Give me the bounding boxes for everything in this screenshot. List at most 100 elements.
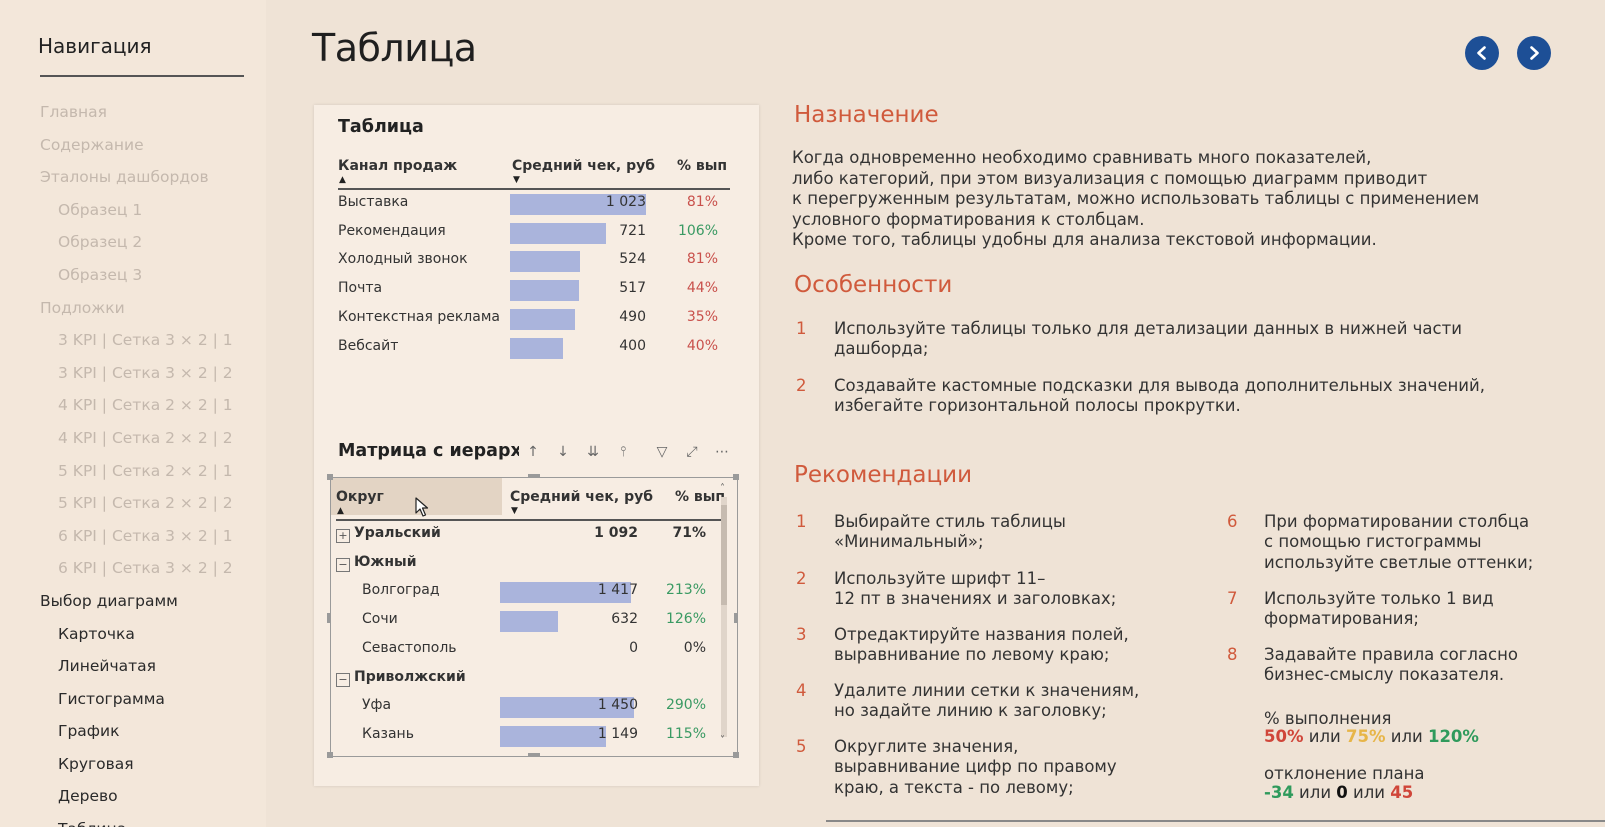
data-bar (510, 251, 580, 273)
nav-item[interactable]: Содержание (0, 131, 266, 164)
arrow-up-button[interactable]: ↑ (519, 440, 547, 464)
nav-item[interactable]: Круговая (0, 750, 266, 783)
resize-handle[interactable] (733, 752, 739, 758)
list-number: 1 (796, 319, 807, 338)
row-pct: 106% (677, 222, 718, 239)
table-row[interactable]: Контекстная реклама 490 35% (314, 307, 754, 333)
table-row[interactable]: Выставка 1 023 81% (314, 192, 754, 218)
collapse-icon[interactable]: − (336, 672, 350, 687)
row-value: 490 (619, 308, 646, 325)
matrix-row[interactable]: Уфа 1 450 290% (314, 695, 724, 721)
nav-item[interactable]: Линейчатая (0, 652, 266, 685)
nav-item[interactable]: Эталоны дашбордов (0, 163, 266, 196)
forward-button[interactable] (1517, 36, 1551, 70)
row-value: 1 450 (597, 697, 638, 714)
table-header-avg-check[interactable]: Средний чек, руб (512, 158, 655, 174)
nav-item[interactable]: График (0, 717, 266, 750)
matrix-header-avg-check[interactable]: Средний чек, руб (510, 489, 653, 505)
completion-legend: 50% или 75% или 120% (1264, 727, 1479, 746)
nav-item[interactable]: Карточка (0, 620, 266, 653)
nav-item[interactable]: Главная (0, 98, 266, 131)
resize-handle[interactable] (528, 474, 540, 477)
row-pct: 213% (665, 582, 706, 599)
nav-item[interactable]: Подложки (0, 294, 266, 327)
matrix-header-district[interactable]: Округ (336, 489, 384, 505)
row-label: Казань (362, 725, 414, 742)
row-pct: 40% (686, 337, 718, 354)
nav-item[interactable]: Таблица (0, 815, 266, 827)
double-down-icon: ⇊ (587, 444, 599, 460)
matrix-row[interactable]: Волгоград 1 417 213% (314, 580, 724, 606)
row-label: Выставка (338, 194, 409, 210)
back-button[interactable] (1465, 36, 1499, 70)
list-number: 2 (796, 376, 807, 395)
matrix-row[interactable]: Сочи 632 126% (314, 609, 724, 635)
table-row[interactable]: Рекомендация 721 106% (314, 221, 754, 247)
list-text: Создавайте кастомные подсказки для вывод… (834, 376, 1485, 416)
list-number: 4 (796, 681, 807, 700)
list-text: При форматировании столбца с помощью гис… (1264, 512, 1534, 572)
collapse-icon[interactable]: − (336, 557, 350, 572)
resize-handle[interactable] (733, 474, 739, 480)
chevron-right-icon (1530, 46, 1539, 60)
nav-item[interactable]: Гистограмма (0, 685, 266, 718)
purpose-text: Когда одновременно необходимо сравнивать… (792, 148, 1480, 250)
row-label: Контекстная реклама (338, 308, 500, 325)
nav-item[interactable]: 5 KPI | Сетка 2 × 2 | 1 (0, 457, 266, 490)
scroll-up-icon[interactable]: ˄ (720, 483, 725, 494)
resize-handle[interactable] (528, 753, 540, 756)
row-pct: 35% (686, 308, 718, 325)
table-title: Таблица (338, 117, 424, 137)
nav-item[interactable]: Образец 1 (0, 196, 266, 229)
nav-item[interactable]: 3 KPI | Сетка 3 × 2 | 1 (0, 326, 266, 359)
nav-item[interactable]: 6 KPI | Сетка 3 × 2 | 2 (0, 554, 266, 587)
expand-hierarchy-button[interactable]: ⫯ (609, 440, 637, 464)
page-title: Таблица (312, 26, 477, 70)
purpose-heading: Назначение (794, 102, 939, 128)
nav-item[interactable]: 3 KPI | Сетка 3 × 2 | 2 (0, 359, 266, 392)
nav-item[interactable]: Дерево (0, 782, 266, 815)
table-visual-card: Таблица Канал продаж ▲ Средний чек, руб … (314, 105, 759, 786)
more-options-button[interactable]: ⋯ (708, 440, 736, 464)
resize-handle[interactable] (327, 752, 333, 758)
nav-item[interactable]: 5 KPI | Сетка 2 × 2 | 2 (0, 489, 266, 522)
matrix-row[interactable]: Казань 1 149 115% (314, 724, 724, 750)
focus-mode-button[interactable]: ⤢ (678, 440, 706, 464)
table-row[interactable]: Холодный звонок 524 81% (314, 249, 754, 275)
row-value: 1 417 (597, 582, 638, 599)
table-header-channel[interactable]: Канал продаж (338, 158, 457, 174)
nav-item[interactable]: Выбор диаграмм (0, 587, 266, 620)
nav-item[interactable]: Образец 3 (0, 261, 266, 294)
row-value: 517 (619, 280, 646, 297)
matrix-row[interactable]: Севастополь 0 0% (314, 638, 724, 664)
arrow-down-button[interactable]: ↓ (549, 440, 577, 464)
resize-handle[interactable] (734, 613, 737, 623)
legend-token: или (1347, 783, 1391, 802)
matrix-row[interactable]: − Южный (314, 552, 724, 578)
nav-list: Главная Содержание Эталоны дашбордов Образе… (0, 98, 266, 827)
resize-handle[interactable] (327, 474, 333, 480)
expand-icon[interactable]: + (336, 529, 350, 543)
double-down-button[interactable]: ⇊ (579, 440, 607, 464)
matrix-title: Матрица с иерархи (338, 441, 535, 461)
row-value: 1 092 (594, 525, 638, 541)
table-row[interactable]: Вебсайт 400 40% (314, 336, 754, 362)
legend-token: или (1293, 783, 1337, 802)
nav-item[interactable]: 4 KPI | Сетка 2 × 2 | 1 (0, 391, 266, 424)
filter-button[interactable]: ▽ (648, 440, 676, 464)
row-label: Севастополь (362, 639, 457, 656)
nav-item[interactable]: Образец 2 (0, 228, 266, 261)
deviation-label: отклонение плана (1264, 764, 1425, 783)
list-text: Задавайте правила согласно бизнес-смыслу… (1264, 645, 1518, 685)
nav-item[interactable]: 6 KPI | Сетка 3 × 2 | 1 (0, 522, 266, 555)
recommendations-heading: Рекомендации (794, 462, 973, 488)
matrix-header-rule (336, 519, 722, 521)
matrix-header-pct[interactable]: % вып (675, 489, 725, 505)
legend-token: 75% (1345, 727, 1386, 746)
matrix-row[interactable]: − Приволжский (314, 667, 724, 693)
list-number: 1 (796, 512, 807, 531)
nav-item[interactable]: 4 KPI | Сетка 2 × 2 | 2 (0, 424, 266, 457)
table-row[interactable]: Почта 517 44% (314, 278, 754, 304)
table-header-pct[interactable]: % вып (677, 158, 727, 174)
matrix-row[interactable]: + Уральский 1 092 71% (314, 523, 724, 549)
